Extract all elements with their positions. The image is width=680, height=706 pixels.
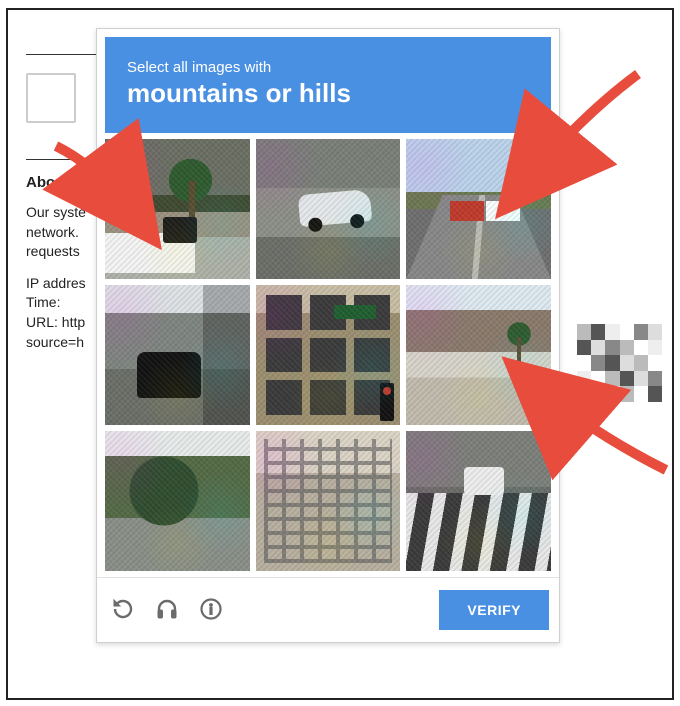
refresh-button[interactable] xyxy=(109,596,137,624)
captcha-tile-1[interactable] xyxy=(105,139,250,279)
pixelated-censored-area xyxy=(577,324,662,402)
page-frame: About th Our syste network. requests IP … xyxy=(6,8,674,700)
captcha-tile-2[interactable] xyxy=(256,139,401,279)
captcha-image-grid xyxy=(97,139,559,577)
captcha-challenge-panel: Select all images with mountains or hill… xyxy=(96,28,560,643)
info-icon xyxy=(199,597,223,624)
captcha-subject: mountains or hills xyxy=(127,78,529,109)
verify-button[interactable]: VERIFY xyxy=(439,590,549,630)
about-line1: Our syste xyxy=(26,204,86,220)
captcha-header: Select all images with mountains or hill… xyxy=(105,37,551,133)
about-line2: network. xyxy=(26,224,79,240)
captcha-footer: VERIFY xyxy=(97,577,559,642)
captcha-tile-8[interactable] xyxy=(256,431,401,571)
info-button[interactable] xyxy=(197,596,225,624)
captcha-tile-4[interactable] xyxy=(105,285,250,425)
headphones-icon xyxy=(155,597,179,624)
captcha-footer-actions xyxy=(109,596,225,624)
captcha-tile-3[interactable] xyxy=(406,139,551,279)
refresh-icon xyxy=(111,597,135,624)
captcha-tile-5[interactable] xyxy=(256,285,401,425)
audio-challenge-button[interactable] xyxy=(153,596,181,624)
captcha-tile-9[interactable] xyxy=(406,431,551,571)
captcha-tile-7[interactable] xyxy=(105,431,250,571)
captcha-instruction: Select all images with xyxy=(127,59,529,76)
about-line3: requests xyxy=(26,243,80,259)
captcha-tile-6[interactable] xyxy=(406,285,551,425)
captcha-anchor-checkbox[interactable] xyxy=(26,73,76,123)
